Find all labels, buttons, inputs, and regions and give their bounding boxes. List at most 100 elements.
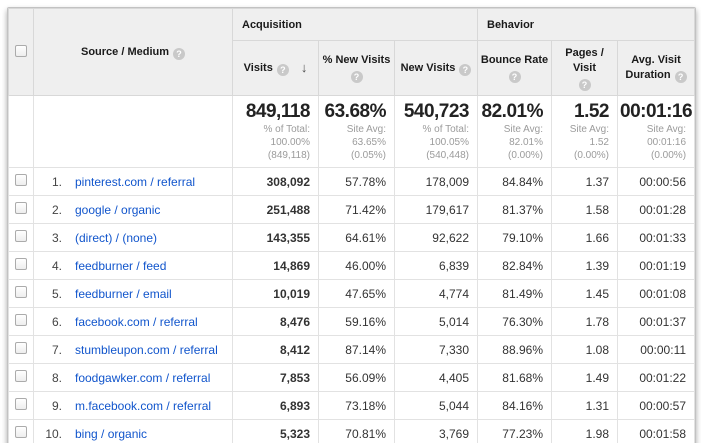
pct-new-visits-value: 47.65% — [319, 280, 395, 308]
bounce-rate-value: 81.37% — [478, 196, 552, 224]
new-visits-value: 4,774 — [395, 280, 478, 308]
new-visits-value: 92,622 — [395, 224, 478, 252]
row-checkbox-cell — [9, 308, 34, 336]
pages-visit-value: 1.78 — [552, 308, 618, 336]
column-header-bounce-rate[interactable]: Bounce Rate? — [478, 41, 552, 96]
pct-new-visits-value: 59.16% — [319, 308, 395, 336]
column-header-source-medium[interactable]: Source / Medium? — [34, 9, 233, 96]
help-icon[interactable]: ? — [579, 79, 591, 91]
summary-row: 849,118 % of Total: 100.00% (849,118) 63… — [9, 96, 695, 168]
group-header-behavior: Behavior — [478, 9, 695, 41]
visits-value: 10,019 — [233, 280, 319, 308]
bounce-rate-value: 84.84% — [478, 168, 552, 196]
row-checkbox-cell — [9, 224, 34, 252]
bounce-rate-value: 82.84% — [478, 252, 552, 280]
help-icon[interactable]: ? — [509, 71, 521, 83]
summary-empty-cell — [9, 96, 34, 168]
table-row: 7. stumbleupon.com / referral 8,412 87.1… — [9, 336, 695, 364]
row-checkbox[interactable] — [15, 174, 27, 186]
row-index: 10. — [34, 427, 62, 441]
row-checkbox-cell — [9, 196, 34, 224]
source-medium-cell: 7. stumbleupon.com / referral — [34, 336, 233, 364]
group-header-acquisition: Acquisition — [233, 9, 478, 41]
column-header-new-visits[interactable]: New Visits? — [395, 41, 478, 96]
pages-visit-value: 1.58 — [552, 196, 618, 224]
summary-pct-new-visits-value: 63.68% — [321, 101, 386, 123]
row-checkbox[interactable] — [15, 202, 27, 214]
source-medium-link[interactable]: m.facebook.com / referral — [75, 399, 211, 413]
summary-bounce-rate-value: 82.01% — [480, 101, 543, 123]
source-medium-link[interactable]: google / organic — [75, 203, 160, 217]
pages-visit-value: 1.37 — [552, 168, 618, 196]
avg-visit-duration-value: 00:01:19 — [618, 252, 695, 280]
row-checkbox[interactable] — [15, 370, 27, 382]
avg-visit-duration-value: 00:01:33 — [618, 224, 695, 252]
help-icon[interactable]: ? — [351, 71, 363, 83]
visits-header-label: Visits — [244, 62, 273, 74]
row-checkbox[interactable] — [15, 314, 27, 326]
source-medium-cell: 2. google / organic — [34, 196, 233, 224]
source-medium-link[interactable]: facebook.com / referral — [75, 315, 198, 329]
new-visits-value: 6,839 — [395, 252, 478, 280]
row-checkbox[interactable] — [15, 230, 27, 242]
analytics-table-card: Source / Medium? Acquisition Behavior Vi… — [7, 7, 696, 443]
column-header-pct-new-visits[interactable]: % New Visits? — [319, 41, 395, 96]
acquisition-group-label: Acquisition — [242, 19, 302, 31]
help-icon[interactable]: ? — [173, 48, 185, 60]
new-visits-value: 178,009 — [395, 168, 478, 196]
visits-value: 8,412 — [233, 336, 319, 364]
bounce-rate-value: 81.68% — [478, 364, 552, 392]
table-row: 2. google / organic 251,488 71.42% 179,6… — [9, 196, 695, 224]
select-all-cell — [9, 9, 34, 96]
summary-avg-visit-duration-value: 00:01:16 — [620, 101, 686, 123]
column-header-visits[interactable]: Visits? ↓ — [233, 41, 319, 96]
summary-avg-visit-duration-subtext: Site Avg: 00:01:16 (0.00%) — [620, 123, 686, 162]
new-visits-value: 7,330 — [395, 336, 478, 364]
row-index: 3. — [34, 231, 62, 245]
row-checkbox[interactable] — [15, 426, 27, 438]
select-all-checkbox[interactable] — [15, 45, 27, 57]
summary-bounce-rate: 82.01% Site Avg: 82.01% (0.00%) — [478, 96, 552, 168]
row-checkbox[interactable] — [15, 258, 27, 270]
source-medium-link[interactable]: feedburner / email — [75, 287, 172, 301]
source-medium-table: Source / Medium? Acquisition Behavior Vi… — [8, 8, 695, 443]
source-medium-link[interactable]: feedburner / feed — [75, 259, 166, 273]
help-icon[interactable]: ? — [459, 64, 471, 76]
bounce-rate-header-label: Bounce Rate — [481, 54, 548, 66]
pages-visit-value: 1.08 — [552, 336, 618, 364]
visits-value: 5,323 — [233, 420, 319, 443]
source-medium-link[interactable]: foodgawker.com / referral — [75, 371, 210, 385]
row-checkbox[interactable] — [15, 398, 27, 410]
avg-visit-duration-value: 00:00:56 — [618, 168, 695, 196]
column-header-avg-visit-duration[interactable]: Avg. Visit Duration? — [618, 41, 695, 96]
visits-value: 7,853 — [233, 364, 319, 392]
row-checkbox-cell — [9, 336, 34, 364]
help-icon[interactable]: ? — [277, 64, 289, 76]
summary-pages-visit-value: 1.52 — [554, 101, 609, 123]
table-row: 4. feedburner / feed 14,869 46.00% 6,839… — [9, 252, 695, 280]
row-checkbox-cell — [9, 364, 34, 392]
pages-visit-value: 1.49 — [552, 364, 618, 392]
row-checkbox[interactable] — [15, 286, 27, 298]
pages-visit-value: 1.39 — [552, 252, 618, 280]
pct-new-visits-value: 70.81% — [319, 420, 395, 443]
source-medium-link[interactable]: bing / organic — [75, 427, 147, 441]
column-header-pages-visit[interactable]: Pages / Visit? — [552, 41, 618, 96]
sort-descending-icon[interactable]: ↓ — [301, 60, 308, 75]
row-index: 8. — [34, 371, 62, 385]
row-checkbox[interactable] — [15, 342, 27, 354]
new-visits-value: 5,044 — [395, 392, 478, 420]
summary-pages-visit: 1.52 Site Avg: 1.52 (0.00%) — [552, 96, 618, 168]
avg-visit-duration-header-label: Avg. Visit Duration — [625, 54, 680, 81]
page-background: Source / Medium? Acquisition Behavior Vi… — [0, 0, 701, 443]
visits-value: 251,488 — [233, 196, 319, 224]
pct-new-visits-value: 87.14% — [319, 336, 395, 364]
source-medium-link[interactable]: pinterest.com / referral — [75, 175, 195, 189]
visits-value: 6,893 — [233, 392, 319, 420]
summary-new-visits-value: 540,723 — [397, 101, 469, 123]
help-icon[interactable]: ? — [675, 71, 687, 83]
table-row: 8. foodgawker.com / referral 7,853 56.09… — [9, 364, 695, 392]
source-medium-link[interactable]: (direct) / (none) — [75, 231, 157, 245]
summary-new-visits: 540,723 % of Total: 100.05% (540,448) — [395, 96, 478, 168]
source-medium-link[interactable]: stumbleupon.com / referral — [75, 343, 218, 357]
